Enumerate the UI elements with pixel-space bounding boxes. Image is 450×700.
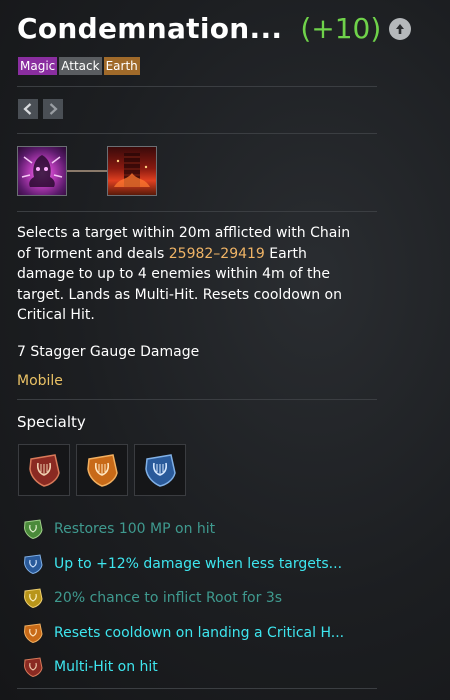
effect-item: Restores 100 MP on hit [22,512,344,547]
next-button[interactable] [43,99,63,119]
effect-text: Multi-Hit on hit [54,659,158,676]
effect-text: Resets cooldown on landing a Critical H.… [54,624,345,641]
specialty-slot-2[interactable] [76,444,128,496]
chevron-right-icon [49,103,58,115]
mobility-label: Mobile [17,373,63,389]
effect-item: Resets cooldown on landing a Critical H.… [22,616,344,651]
skill-description: Selects a target within 20m afflicted wi… [17,223,357,326]
red-shield-icon [23,657,43,678]
divider [17,86,377,87]
specialty-effects-list: Restores 100 MP on hit Up to +12% damage… [22,512,344,685]
specialty-slot-3[interactable] [134,444,186,496]
divider [17,399,377,400]
blue-shield-icon [23,554,43,574]
effect-text: Restores 100 MP on hit [54,521,216,538]
effect-item: Up to +12% damage when less targets... [22,547,344,582]
stagger-damage: 7 Stagger Gauge Damage [17,344,200,360]
skill-link-line [67,170,107,172]
divider [17,688,377,689]
tag-attack: Attack [59,57,102,75]
damage-range: 25982–29419 [168,245,265,262]
tag-magic: Magic [18,57,58,75]
divider [17,133,377,134]
blue-lyre-shield-icon [145,454,176,487]
skill-chain [17,146,157,196]
condemnation-skill-icon[interactable] [107,146,157,196]
specialty-icons [18,444,186,496]
chain-of-torment-skill-icon[interactable] [17,146,67,196]
effect-item: Multi-Hit on hit [22,650,344,685]
tag-earth: Earth [103,57,140,75]
effect-text: Up to +12% damage when less targets... [54,555,343,572]
skill-tags: Magic Attack Earth [18,57,140,75]
orange-shield-icon [23,623,43,643]
skill-level: (+10) [300,12,382,45]
specialty-slot-1[interactable] [18,444,70,496]
skill-header: Condemnation... (+10) [17,12,412,45]
specialty-title: Specialty [17,413,86,431]
chevron-left-icon [23,103,32,115]
skill-name: Condemnation... [17,12,283,45]
divider [17,211,377,212]
red-lyre-shield-icon [29,454,60,487]
previous-button[interactable] [18,99,38,119]
skill-navigation [18,99,63,119]
orange-lyre-shield-icon [87,454,118,487]
upgrade-arrow-icon[interactable] [389,17,412,40]
effect-item: 20% chance to inflict Root for 3s [22,581,344,616]
green-shield-icon [23,519,43,540]
yellow-shield-icon [23,588,43,609]
effect-text: 20% chance to inflict Root for 3s [54,590,283,607]
